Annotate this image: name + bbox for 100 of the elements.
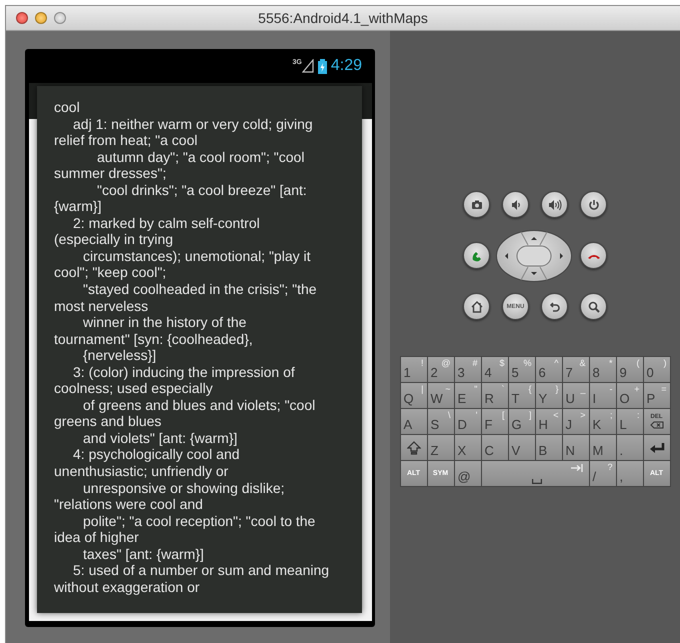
keyboard-key[interactable]: G ]: [508, 409, 534, 434]
definition-text: autumn day"; "a cool room"; "cool: [96, 148, 304, 166]
end-call-button[interactable]: [580, 242, 607, 269]
keyboard-key[interactable]: Z: [428, 435, 454, 460]
key-symbol: `: [502, 384, 504, 394]
volume-down-button[interactable]: [502, 191, 529, 218]
definition-text: polite"; "a cool reception"; "cool to the: [82, 512, 316, 530]
keyboard-key[interactable]: 5 %: [508, 357, 534, 382]
keyboard-key[interactable]: W ~: [428, 383, 454, 408]
keyboard-key[interactable]: N: [562, 435, 588, 460]
definition-text: "stayed coolheaded in the crisis"; "the: [82, 281, 317, 298]
key-symbol: ': [476, 410, 478, 420]
keyboard-key[interactable]: 1 !: [400, 357, 426, 382]
definition-text: relief from heat; "a cool: [54, 132, 198, 149]
search-button[interactable]: [580, 293, 607, 320]
camera-button[interactable]: [463, 191, 490, 218]
definition-text: adj 1: neither warm or very cold; giving: [72, 116, 313, 132]
definition-text: summer dresses";: [54, 165, 166, 182]
keyboard-key[interactable]: / ?: [590, 461, 616, 486]
definition-text: of greens and blues and violets; "cool: [82, 396, 316, 414]
keyboard-key[interactable]: E ": [454, 383, 480, 408]
keyboard-key[interactable]: Y }: [536, 383, 562, 408]
house-icon: [470, 300, 484, 314]
definition-text: most nerveless: [54, 298, 148, 314]
key-symbol: }: [555, 384, 558, 394]
keyboard-key[interactable]: O +: [616, 383, 642, 408]
back-button[interactable]: [541, 293, 568, 320]
key-symbol: [: [502, 410, 504, 420]
key-symbol: +: [634, 384, 640, 394]
keyboard-key[interactable]: @: [454, 461, 480, 486]
definition-text: without exaggeration or: [54, 578, 200, 596]
zoom-button[interactable]: [54, 12, 66, 24]
keyboard-key[interactable]: U _: [562, 383, 588, 408]
definition-text: (especially in trying: [54, 231, 174, 248]
shift-key[interactable]: [400, 435, 426, 460]
power-button[interactable]: [580, 191, 607, 218]
definition-text: circumstances); unemotional; "play it: [82, 248, 311, 264]
definition-text: idea of higher: [54, 529, 139, 546]
definition-text: unresponsive or showing dislike;: [82, 480, 285, 496]
key-symbol: %: [523, 358, 532, 368]
signal-icon: [302, 59, 314, 73]
minimize-button[interactable]: [35, 12, 47, 24]
keyboard-key[interactable]: P =: [644, 383, 670, 408]
keyboard-key[interactable]: C: [482, 435, 508, 460]
key-symbol: (: [636, 358, 640, 368]
keyboard-key[interactable]: K ;: [590, 409, 616, 434]
close-button[interactable]: [16, 12, 28, 24]
camera-icon: [470, 198, 484, 212]
key-symbol: ~: [445, 384, 450, 394]
enter-key[interactable]: [644, 435, 670, 460]
keyboard-key[interactable]: 2 @: [428, 357, 454, 382]
keyboard-key[interactable]: M: [590, 435, 616, 460]
key-symbol: ): [664, 358, 666, 368]
keyboard-key[interactable]: S \: [428, 409, 454, 434]
shift-arrow-icon: [406, 440, 420, 454]
home-button[interactable]: [463, 293, 490, 320]
volume-up-button[interactable]: [541, 191, 568, 218]
keyboard-key[interactable]: D ': [454, 409, 480, 434]
keyboard-key[interactable]: 0 ): [644, 357, 670, 382]
definition-text: 5: used of a number or sum and meaning: [72, 562, 330, 579]
definition-text: tournament" [syn: {coolheaded},: [54, 330, 253, 348]
power-icon: [586, 198, 600, 212]
keyboard-key[interactable]: 3 #: [454, 357, 480, 382]
keyboard-key[interactable]: .: [616, 435, 642, 460]
status-time: 4:29: [330, 57, 362, 75]
keyboard-key[interactable]: I -: [590, 383, 616, 408]
key-symbol: -: [610, 384, 612, 394]
battery-charging-icon: [318, 58, 327, 74]
key-symbol: \: [448, 410, 450, 420]
keyboard-key[interactable]: V: [508, 435, 534, 460]
keyboard-key[interactable]: ,: [616, 461, 642, 486]
keyboard-key[interactable]: 7 &: [562, 357, 588, 382]
keyboard-key[interactable]: Q |: [400, 383, 426, 408]
keyboard-key[interactable]: 8 *: [590, 357, 616, 382]
keyboard-key[interactable]: F [: [482, 409, 508, 434]
key-symbol: ?: [607, 462, 612, 472]
keyboard-key[interactable]: 4 $: [482, 357, 508, 382]
key-symbol: &: [579, 358, 586, 368]
definition-text: cool: [54, 99, 80, 116]
key-symbol: |: [421, 384, 424, 394]
speaker-loud-icon: [548, 198, 562, 212]
definition-text: unenthusiastic; unfriendly or: [54, 463, 228, 480]
definition-text: {warm}]: [54, 198, 102, 215]
keyboard-key[interactable]: T {: [508, 383, 534, 408]
keyboard-key[interactable]: L :: [616, 409, 642, 434]
definition-text: 4: psychologically cool and: [72, 446, 240, 464]
keyboard-key[interactable]: A: [400, 409, 426, 434]
keyboard-key[interactable]: 9 (: [616, 357, 642, 382]
key-symbol: <: [553, 410, 558, 420]
definition-text: {nerveless}]: [82, 347, 156, 364]
definition-text: "relations were cool and: [54, 496, 203, 513]
key-symbol: $: [499, 358, 504, 368]
keyboard-key[interactable]: 6 ^: [536, 357, 562, 382]
keyboard-key[interactable]: B: [536, 435, 562, 460]
keyboard-key[interactable]: X: [454, 435, 480, 460]
keyboard-key[interactable]: R `: [482, 383, 508, 408]
call-button[interactable]: [463, 242, 490, 269]
keyboard-key[interactable]: J >: [562, 409, 588, 434]
definition-text: and violets" [ant: {warm}]: [82, 430, 238, 446]
keyboard-key[interactable]: H <: [536, 409, 562, 434]
